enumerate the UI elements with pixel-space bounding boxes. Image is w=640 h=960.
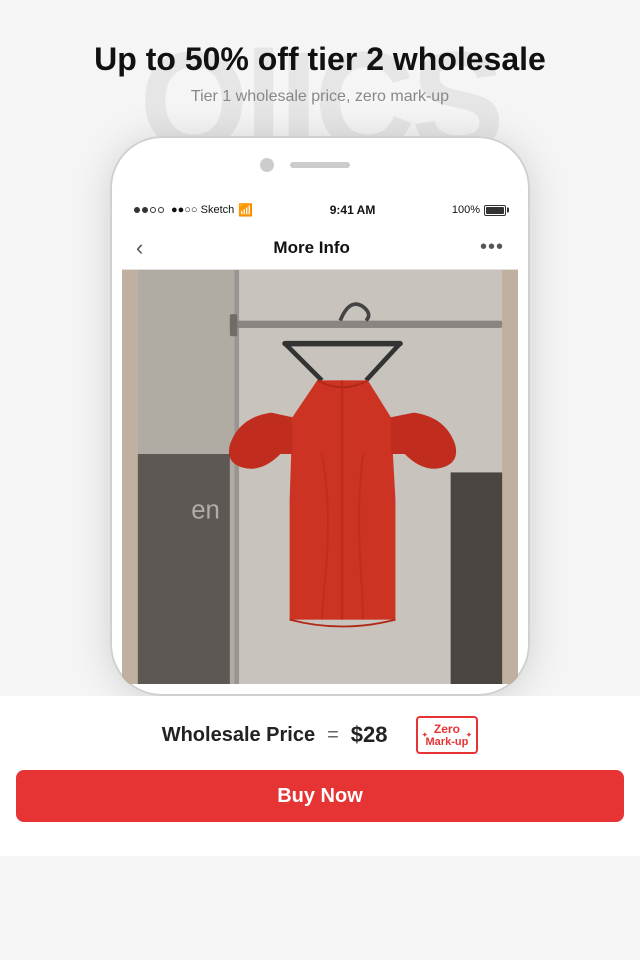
phone-screen: ●●○○ Sketch 📶 9:41 AM 100% ‹ More Info •… xyxy=(122,194,518,684)
signal-dot-4 xyxy=(158,207,164,213)
signal-dot-3 xyxy=(150,207,156,213)
svg-text:en: en xyxy=(191,497,220,525)
top-section: Up to 50% off tier 2 wholesale Tier 1 wh… xyxy=(0,0,640,126)
badge-markup-text: Mark-up xyxy=(426,736,469,748)
bottom-section: Wholesale Price = $28 Zero Mark-up Buy N… xyxy=(0,696,640,856)
signal-dots xyxy=(134,207,164,213)
status-left: ●●○○ Sketch 📶 xyxy=(134,203,253,217)
battery-percent: 100% xyxy=(452,204,480,216)
zero-markup-badge: Zero Mark-up xyxy=(416,716,479,754)
nav-bar: ‹ More Info ••• xyxy=(122,226,518,270)
status-time: 9:41 AM xyxy=(330,203,376,217)
buy-now-button[interactable]: Buy Now xyxy=(16,770,624,822)
nav-title: More Info xyxy=(273,238,350,258)
price-value: $28 xyxy=(351,722,388,748)
battery-fill xyxy=(486,207,504,214)
carrier-label: ●●○○ Sketch xyxy=(171,204,234,216)
dress-illustration: en xyxy=(122,270,518,684)
price-row: Wholesale Price = $28 Zero Mark-up xyxy=(0,696,640,770)
price-equals: = xyxy=(327,724,339,747)
badge-zero-text: Zero xyxy=(434,722,460,736)
headline: Up to 50% off tier 2 wholesale xyxy=(30,40,610,78)
phone-camera xyxy=(260,158,274,172)
battery-icon xyxy=(484,205,506,216)
signal-dot-2 xyxy=(142,207,148,213)
phone-mockup: ●●○○ Sketch 📶 9:41 AM 100% ‹ More Info •… xyxy=(0,136,640,696)
status-right: 100% xyxy=(452,204,506,216)
more-options-button[interactable]: ••• xyxy=(480,236,504,259)
back-button[interactable]: ‹ xyxy=(136,235,143,261)
status-bar: ●●○○ Sketch 📶 9:41 AM 100% xyxy=(122,194,518,226)
subheadline: Tier 1 wholesale price, zero mark-up xyxy=(30,88,610,106)
product-image: en xyxy=(122,270,518,684)
price-label: Wholesale Price xyxy=(162,724,315,747)
buy-button-label: Buy Now xyxy=(277,785,363,808)
signal-dot-1 xyxy=(134,207,140,213)
phone-speaker xyxy=(290,162,350,168)
wifi-icon: 📶 xyxy=(238,203,253,217)
phone-frame: ●●○○ Sketch 📶 9:41 AM 100% ‹ More Info •… xyxy=(110,136,530,696)
